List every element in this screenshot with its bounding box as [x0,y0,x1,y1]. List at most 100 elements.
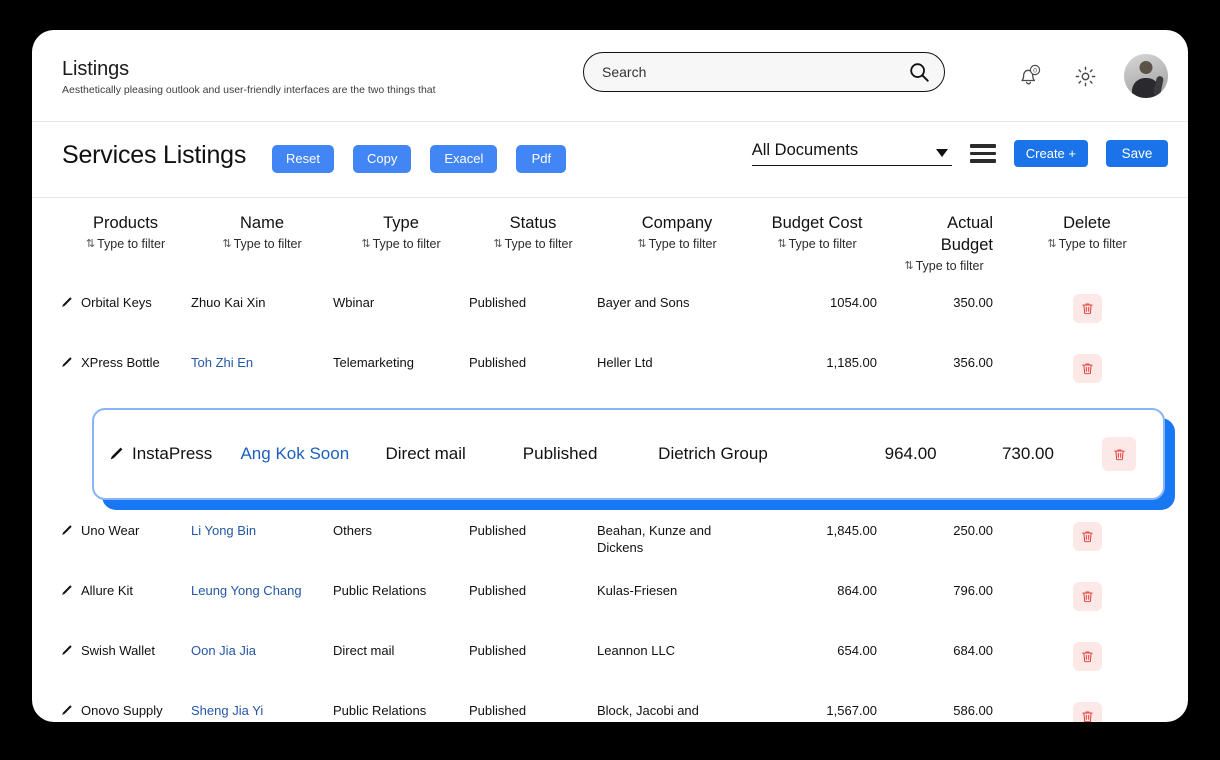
contact-name[interactable]: Ang Kok Soon [240,444,349,463]
delete-row-button[interactable] [1102,437,1137,471]
menu-line-1 [969,144,996,148]
column-header-budget-cost[interactable]: Budget Cost ⇅ Type to filter [757,212,895,252]
menu-icon[interactable] [969,144,996,164]
sort-icon[interactable]: ⇅ [86,236,95,252]
user-avatar[interactable] [1124,54,1168,98]
reset-button[interactable]: Reset [272,145,334,173]
column-filter-company[interactable]: ⇅ Type to filter [637,236,716,252]
contact-name[interactable]: Oon Jia Jia [191,643,256,658]
column-header-company[interactable]: Company ⇅ Type to filter [597,212,757,252]
edit-pencil-icon[interactable] [60,356,73,369]
table-row[interactable]: Orbital Keys Zhuo Kai Xin Wbinar Published B… [46,284,1174,344]
filter-placeholder: Type to filter [915,259,984,273]
app-window: Listings Aesthetically pleasing outlook … [32,30,1188,722]
cell-name[interactable]: Oon Jia Jia [191,640,333,659]
delete-row-button[interactable] [1072,582,1102,611]
cell-name[interactable]: Zhuo Kai Xin [191,292,333,311]
cell-products[interactable]: Allure Kit [46,580,191,599]
delete-row-button[interactable] [1072,354,1102,383]
search-input[interactable] [602,64,908,80]
table-row[interactable]: Allure Kit Leung Yong Chang Public Relatio… [46,572,1174,632]
table-row[interactable]: XPress Bottle Toh Zhi En Telemarketing Publ… [46,344,1174,404]
column-filter-status[interactable]: ⇅ Type to filter [493,236,572,252]
copy-button[interactable]: Copy [352,145,412,173]
contact-name[interactable]: Zhuo Kai Xin [191,295,265,310]
column-header-products[interactable]: Products ⇅ Type to filter [46,212,191,252]
top-actions: 0 [1012,54,1168,98]
delete-row-button[interactable] [1072,294,1102,323]
cell-products[interactable]: Onovo Supply [46,700,191,719]
edit-pencil-icon[interactable] [60,524,73,537]
sort-icon[interactable]: ⇅ [1047,236,1056,252]
cell-products[interactable]: Swish Wallet [46,640,191,659]
sort-icon[interactable]: ⇅ [904,258,913,274]
sort-icon[interactable]: ⇅ [777,236,786,252]
edit-pencil-icon[interactable] [60,644,73,657]
contact-name[interactable]: Li Yong Bin [191,523,256,538]
contact-name[interactable]: Sheng Jia Yi [191,703,263,718]
delete-row-button[interactable] [1072,702,1102,722]
delete-row-button[interactable] [1072,642,1102,671]
cell-delete [1031,640,1143,671]
cell-type: Wbinar [333,295,375,310]
contact-name[interactable]: Leung Yong Chang [191,583,302,598]
product-name: InstaPress [132,444,213,463]
trash-icon [1081,591,1093,603]
sort-icon[interactable]: ⇅ [222,236,231,252]
cell-name[interactable]: Leung Yong Chang [191,580,333,599]
create-button[interactable]: Create + [1013,140,1088,167]
column-header-name[interactable]: Name ⇅ Type to filter [191,212,333,252]
edit-pencil-icon[interactable] [60,704,73,717]
column-header-status[interactable]: Status ⇅ Type to filter [469,212,597,252]
search-icon[interactable] [908,61,930,83]
page-title: Services Listings [62,141,247,169]
trash-icon [1081,711,1093,722]
column-filter-products[interactable]: ⇅ Type to filter [86,236,165,252]
excel-export-button[interactable]: Exacel [430,145,498,173]
chevron-down-icon[interactable] [935,149,948,157]
document-filter-value: All Documents [751,141,859,159]
column-title: Budget Cost [771,214,863,232]
table-row[interactable]: Onovo Supply Sheng Jia Yi Public Relations… [46,692,1174,722]
table-row[interactable]: Uno Wear Li Yong Bin Others Published Beahan… [46,512,1174,572]
cell-products[interactable]: XPress Bottle [46,352,191,371]
delete-row-button[interactable] [1072,522,1102,551]
cell-status: Published [522,444,598,463]
sort-icon[interactable]: ⇅ [361,236,370,252]
table-row[interactable]: Swish Wallet Oon Jia Jia Direct mail Publis… [46,632,1174,692]
cell-company: Kulas-Friesen [597,583,678,598]
settings-button[interactable] [1068,59,1102,93]
column-header-actual-budget[interactable]: Actual Budget ⇅ Type to filter [895,212,1031,274]
column-header-type[interactable]: Type ⇅ Type to filter [333,212,469,252]
edit-pencil-icon[interactable] [60,584,73,597]
cell-products[interactable]: Uno Wear [46,520,191,539]
table-row-selected[interactable]: InstaPress Ang Kok Soon Direct mail Publish… [46,408,1175,510]
cell-name[interactable]: Li Yong Bin [191,520,333,539]
column-filter-name[interactable]: ⇅ Type to filter [222,236,301,252]
cell-delete [1031,700,1143,722]
contact-name[interactable]: Toh Zhi En [191,355,253,370]
cell-actual-budget: 730.00 [1001,444,1054,463]
column-filter-type[interactable]: ⇅ Type to filter [361,236,440,252]
cell-products[interactable]: Orbital Keys [46,292,191,311]
column-filter-delete[interactable]: ⇅ Type to filter [1047,236,1126,252]
filter-placeholder: Type to filter [504,237,573,251]
search-bar[interactable] [583,52,945,92]
column-header-delete[interactable]: Delete ⇅ Type to filter [1031,212,1143,252]
edit-pencil-icon[interactable] [108,446,124,462]
cell-budget-cost: 654.00 [837,643,877,658]
document-filter-select[interactable]: All Documents [751,141,952,166]
cell-name[interactable]: Toh Zhi En [191,352,333,371]
column-filter-budget-cost[interactable]: ⇅ Type to filter [777,236,856,252]
edit-pencil-icon[interactable] [60,296,73,309]
notifications-button[interactable]: 0 [1012,59,1046,93]
column-title: Delete [1063,214,1111,232]
cell-name[interactable]: Sheng Jia Yi [191,700,333,719]
sort-icon[interactable]: ⇅ [493,236,502,252]
cell-name[interactable]: Ang Kok Soon [240,443,385,465]
column-filter-actual-budget[interactable]: ⇅ Type to filter [904,258,983,274]
sort-icon[interactable]: ⇅ [637,236,646,252]
save-button[interactable]: Save [1106,140,1168,167]
pdf-export-button[interactable]: Pdf [516,145,567,173]
cell-products[interactable]: InstaPress [94,443,240,465]
